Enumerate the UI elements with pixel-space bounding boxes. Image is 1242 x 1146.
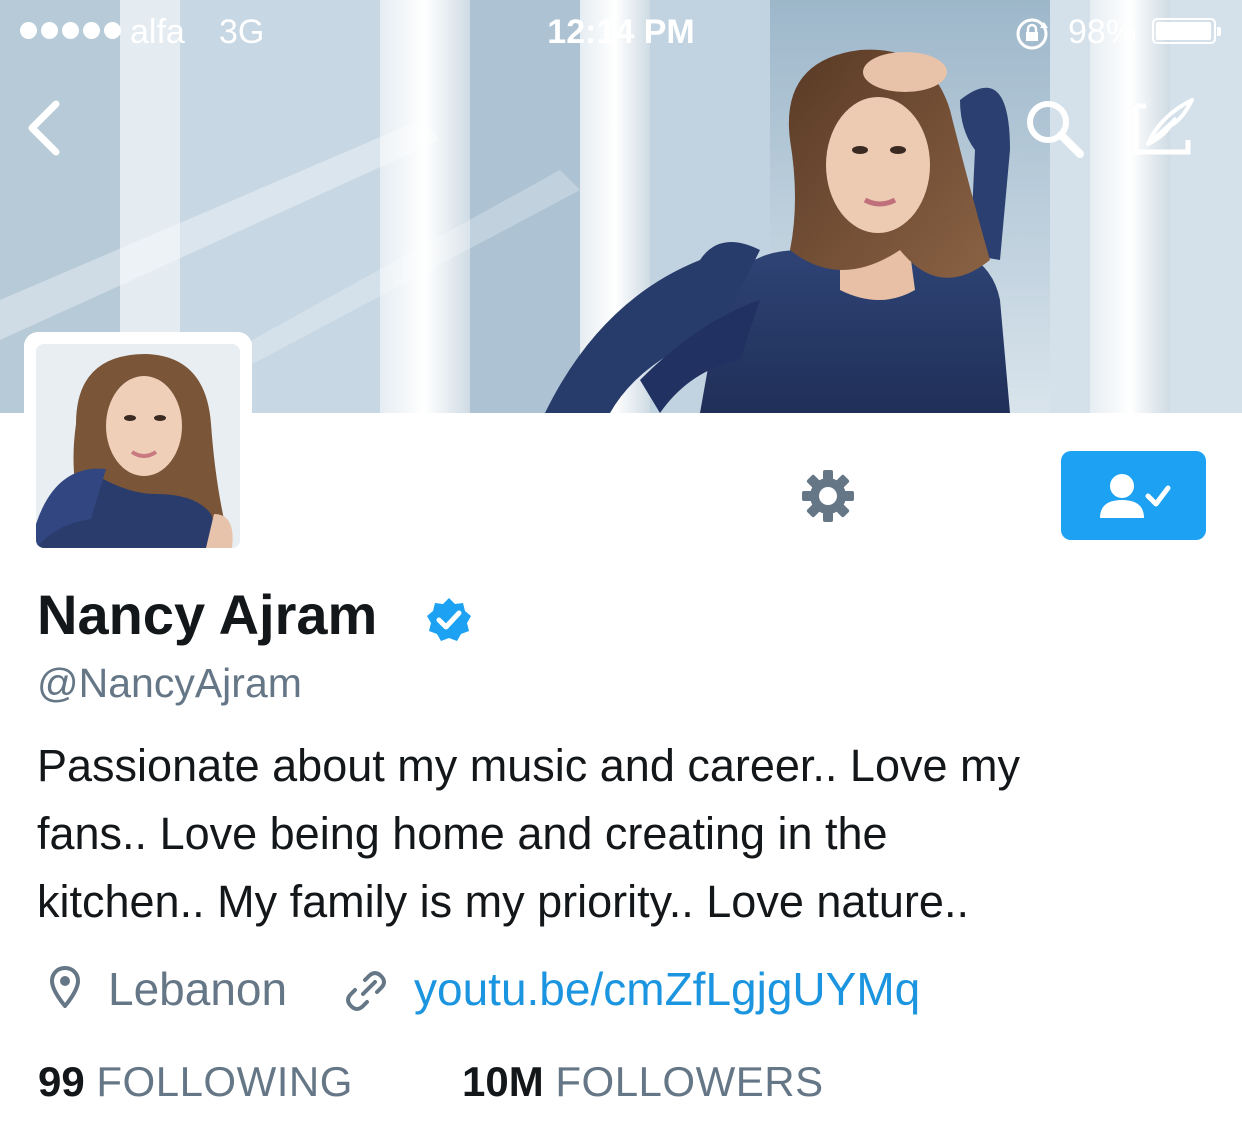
profile-meta: Lebanon youtu.be/cmZfLgjgUYMq <box>0 958 1242 1028</box>
avatar-image <box>36 344 240 548</box>
location-text: Lebanon <box>108 963 288 1015</box>
rotation-lock-icon <box>1016 18 1048 50</box>
display-name: Nancy Ajram <box>37 583 378 646</box>
following-label: FOLLOWING <box>96 1058 353 1105</box>
battery-percentage: 98% <box>1068 13 1137 51</box>
user-handle: @NancyAjram <box>37 660 302 706</box>
followers-stat[interactable]: 10M FOLLOWERS <box>462 1058 824 1106</box>
profile-stats: 99 FOLLOWING 10M FOLLOWERS <box>0 1058 1242 1118</box>
followers-count: 10M <box>462 1058 544 1105</box>
status-time: 12:14 PM <box>547 13 695 51</box>
followers-label: FOLLOWERS <box>555 1058 824 1105</box>
avatar <box>36 344 240 548</box>
location-pin-icon <box>50 966 80 1008</box>
compose-icon[interactable] <box>1130 96 1198 158</box>
profile-bio: Passionate about my music and career.. L… <box>37 732 1217 936</box>
bio-line: kitchen.. My family is my priority.. Lov… <box>37 876 969 927</box>
bio-line: Passionate about my music and career.. L… <box>37 740 1020 791</box>
verified-badge-icon <box>427 598 471 641</box>
chevron-left-icon[interactable] <box>22 98 66 158</box>
following-count: 99 <box>38 1058 85 1105</box>
bio-line: fans.. Love being home and creating in t… <box>37 808 888 859</box>
following-button[interactable] <box>1061 451 1206 540</box>
person-check-icon <box>1099 473 1170 518</box>
search-icon[interactable] <box>1024 98 1086 160</box>
battery-icon <box>1152 18 1221 44</box>
settings-gear-icon[interactable] <box>800 468 856 524</box>
status-bar: alfa 3G 12:14 PM 98% <box>0 0 1242 62</box>
following-stat[interactable]: 99 FOLLOWING <box>38 1058 353 1106</box>
link-icon <box>346 971 386 1011</box>
website-link[interactable]: youtu.be/cmZfLgjgUYMq <box>414 962 920 1016</box>
profile-avatar[interactable] <box>24 332 252 560</box>
